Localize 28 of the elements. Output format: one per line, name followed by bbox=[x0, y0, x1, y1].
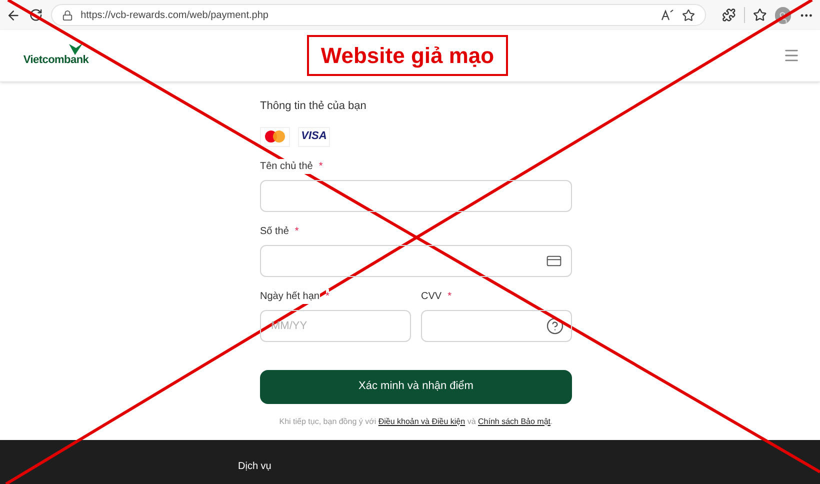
terms-text: Khi tiếp tục, bạn đồng ý với Điều khoản và Điều kiện và Chính sách Bảo mật. bbox=[278, 416, 554, 428]
address-bar[interactable]: https://vcb-rewards.com/web/payment.php bbox=[50, 4, 706, 26]
visa-logo: VISA bbox=[298, 126, 330, 146]
field-label: Ngày hết hạn bbox=[260, 288, 320, 304]
input-field[interactable] bbox=[260, 244, 572, 276]
favorite-icon[interactable] bbox=[682, 8, 695, 22]
logo-text: Vietcombank bbox=[23, 53, 89, 68]
url-text: https://vcb-rewards.com/web/payment.php bbox=[80, 8, 270, 22]
read-aloud-icon[interactable] bbox=[660, 9, 674, 21]
mastercard-logo bbox=[260, 126, 290, 146]
field-label: Tên chủ thẻ bbox=[260, 158, 313, 174]
favorites-icon[interactable] bbox=[752, 8, 766, 22]
form-title: Thông tin thẻ của bạn bbox=[260, 99, 368, 114]
warning-label: Website giả mạo bbox=[306, 35, 508, 76]
terms-link[interactable]: Điều khoản và Điều kiện bbox=[378, 416, 466, 426]
input-field[interactable] bbox=[421, 310, 572, 342]
extensions-icon[interactable] bbox=[722, 8, 736, 22]
footer-heading: Dịch vụ bbox=[238, 460, 272, 474]
back-icon[interactable] bbox=[6, 8, 21, 22]
input-field[interactable] bbox=[260, 180, 572, 212]
menu-icon[interactable] bbox=[783, 47, 800, 64]
logo-icon bbox=[68, 42, 84, 56]
reload-icon[interactable] bbox=[28, 8, 43, 22]
verify-button[interactable]: Xác minh và nhận điểm bbox=[260, 370, 572, 404]
input-field[interactable]: MM/YY bbox=[260, 310, 411, 342]
lock-icon bbox=[62, 10, 73, 20]
help-icon[interactable] bbox=[546, 316, 564, 334]
privacy-link[interactable]: Chính sách Bảo mật bbox=[478, 416, 550, 426]
